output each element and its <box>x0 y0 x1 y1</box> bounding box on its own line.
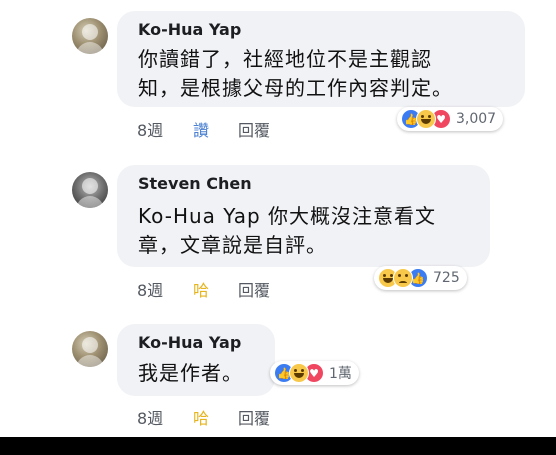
avatar[interactable] <box>72 18 108 54</box>
reaction-count: 1萬 <box>329 366 352 382</box>
comment-author[interactable]: Steven Chen <box>138 174 252 193</box>
sad-icon <box>393 268 413 288</box>
avatar-head-shape <box>82 337 98 353</box>
avatar[interactable] <box>72 172 108 208</box>
reaction-count: 3,007 <box>456 111 497 127</box>
haha-action[interactable]: 哈 <box>193 405 209 429</box>
haha-action[interactable]: 哈 <box>193 277 209 301</box>
haha-icon <box>289 363 309 383</box>
comment-bubble: Steven Chen Ko-Hua Yap 你大概沒注意看文 章，文章說是自評… <box>117 165 490 267</box>
reaction-summary[interactable]: 👍 ♥ 3,007 <box>397 107 504 131</box>
haha-icon <box>416 109 436 129</box>
comment-text-line: Ko-Hua Yap 你大概沒注意看文 <box>138 204 437 228</box>
avatar-shoulders-shape <box>76 355 104 367</box>
comment-text: 我是作者。 <box>138 359 243 388</box>
reply-action[interactable]: 回覆 <box>238 405 270 429</box>
comment-text-line: 我是作者。 <box>138 361 243 385</box>
reply-action[interactable]: 回覆 <box>238 117 270 141</box>
comment-bubble: Ko-Hua Yap 你讀錯了，社經地位不是主觀認 知，是根據父母的工作內容判定… <box>117 11 525 107</box>
comment-text-line: 知，是根據父母的工作內容判定。 <box>138 76 453 100</box>
comment-text: 你讀錯了，社經地位不是主觀認 知，是根據父母的工作內容判定。 <box>138 45 453 103</box>
like-action[interactable]: 讚 <box>193 117 209 141</box>
avatar[interactable] <box>72 331 108 367</box>
comment-text-line: 章，文章說是自評。 <box>138 233 327 257</box>
bottom-bar <box>0 437 556 455</box>
comment-text-line: 你讀錯了，社經地位不是主觀認 <box>138 47 432 71</box>
comment-bubble: Ko-Hua Yap 我是作者。 <box>117 324 275 396</box>
avatar-shoulders-shape <box>76 196 104 208</box>
comment-text: Ko-Hua Yap 你大概沒注意看文 章，文章說是自評。 <box>138 202 436 260</box>
reaction-count: 725 <box>433 270 460 286</box>
avatar-head-shape <box>82 178 98 194</box>
comment-author[interactable]: Ko-Hua Yap <box>138 20 241 39</box>
comment-author[interactable]: Ko-Hua Yap <box>138 333 241 352</box>
avatar-head-shape <box>82 24 98 40</box>
reply-action[interactable]: 回覆 <box>238 277 270 301</box>
comment-timestamp[interactable]: 8週 <box>137 277 163 301</box>
comment-timestamp[interactable]: 8週 <box>137 117 163 141</box>
avatar-shoulders-shape <box>76 42 104 54</box>
reaction-summary[interactable]: 👍 ♥ 1萬 <box>270 361 359 385</box>
reaction-summary[interactable]: 👍 725 <box>374 266 467 290</box>
comment-timestamp[interactable]: 8週 <box>137 405 163 429</box>
